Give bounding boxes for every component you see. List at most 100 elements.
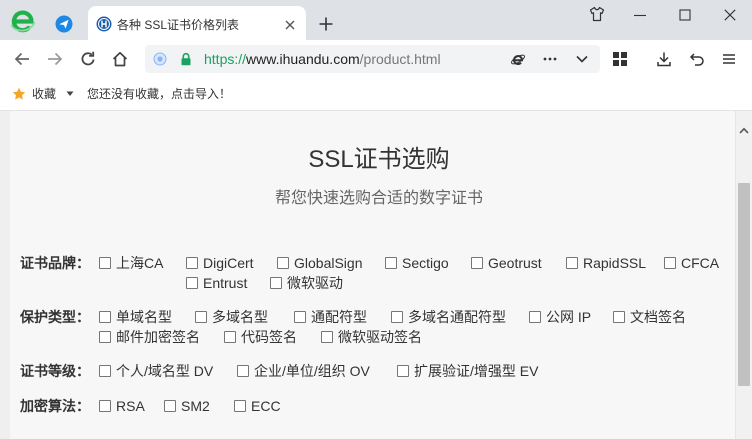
tab-bar: 各种 SSL证书价格列表 [0,0,752,40]
type-option-single-domain[interactable]: 单域名型 [99,309,172,325]
bookmarks-label[interactable]: 收藏 [32,86,56,102]
star-icon[interactable] [12,87,26,101]
filter-label-algorithm: 加密算法： [20,398,90,414]
checkbox[interactable] [321,331,333,343]
url-host: www.ihuandu.com [246,51,360,67]
send-icon[interactable] [55,15,73,33]
checkbox[interactable] [471,257,483,269]
type-option-multi-domain[interactable]: 多域名型 [195,309,268,325]
tab-active[interactable]: 各种 SSL证书价格列表 [88,6,306,40]
checkbox[interactable] [164,400,176,412]
checkbox[interactable] [237,365,249,377]
type-option-multi-domain-wildcard[interactable]: 多域名通配符型 [391,309,506,325]
site-favicon-icon [96,16,112,32]
filter-label-level: 证书等级： [20,363,90,379]
new-tab-plus-icon[interactable] [319,17,333,31]
type-option-microsoft-driver-signing[interactable]: 微软驱动签名 [321,329,422,345]
page-viewport: SSL证书选购 帮您快速选购合适的数字证书 证书品牌： 上海CA DigiCer… [0,111,752,439]
navigation-toolbar: https://www.ihuandu.com/product.html [0,40,752,78]
brand-option-sectigo[interactable]: Sectigo [385,255,449,271]
address-bar[interactable]: https://www.ihuandu.com/product.html [145,45,600,73]
option-label: 企业/单位/组织 OV [254,363,370,379]
brand-option-microsoft-driver[interactable]: 微软驱动 [270,275,343,291]
option-label: Entrust [203,275,248,291]
checkbox[interactable] [277,257,289,269]
checkbox[interactable] [99,331,111,343]
lock-icon[interactable] [180,52,192,66]
brand-option-digicert[interactable]: DigiCert [186,255,254,271]
algo-option-rsa[interactable]: RSA [99,398,145,414]
window-close-icon[interactable] [724,9,736,21]
ie-compat-icon[interactable] [510,51,526,67]
checkbox[interactable] [186,277,198,289]
download-icon[interactable] [656,51,672,67]
option-label: CFCA [681,255,720,271]
type-option-code-signing[interactable]: 代码签名 [224,329,297,345]
type-option-document-signing[interactable]: 文档签名 [613,309,686,325]
scrollbar-thumb[interactable] [738,183,750,386]
checkbox[interactable] [613,311,625,323]
checkbox[interactable] [195,311,207,323]
type-option-email-signing[interactable]: 邮件加密签名 [99,329,200,345]
scroll-up-chevron-icon[interactable] [739,127,749,134]
checkbox[interactable] [270,277,282,289]
option-label: 微软驱动签名 [338,329,422,345]
skin-shirt-icon[interactable] [589,6,605,22]
brand-option-entrust[interactable]: Entrust [186,275,247,291]
checkbox[interactable] [566,257,578,269]
checkbox[interactable] [397,365,409,377]
apps-grid-icon[interactable] [612,51,628,67]
type-option-wildcard[interactable]: 通配符型 [294,309,367,325]
brand-option-shanghai-ca[interactable]: 上海CA [99,255,163,271]
option-label: 扩展验证/增强型 EV [414,363,539,379]
checkbox[interactable] [99,365,111,377]
url-path: /product.html [359,51,441,67]
vertical-scrollbar[interactable] [735,111,752,439]
option-label: 通配符型 [311,309,367,325]
browser-e-logo-icon[interactable] [9,6,37,34]
chevron-down-icon[interactable] [576,54,588,64]
checkbox[interactable] [99,311,111,323]
undo-icon[interactable] [689,51,705,67]
brand-option-cfca[interactable]: CFCA [664,255,719,271]
menu-icon[interactable] [722,52,736,66]
checkbox[interactable] [99,257,111,269]
checkbox[interactable] [664,257,676,269]
option-label: 文档签名 [630,309,686,325]
brand-option-geotrust[interactable]: Geotrust [471,255,542,271]
bookmarks-bar: 收藏 您还没有收藏，点击导入！ [0,78,752,110]
security-shield-icon[interactable] [153,52,167,66]
minimize-icon[interactable] [634,9,646,21]
level-option-ev[interactable]: 扩展验证/增强型 EV [397,363,538,379]
algo-option-sm2[interactable]: SM2 [164,398,210,414]
checkbox[interactable] [224,331,236,343]
level-option-dv[interactable]: 个人/域名型 DV [99,363,213,379]
page-title: SSL证书选购 [308,146,450,173]
option-label: 多域名通配符型 [408,309,506,325]
maximize-icon[interactable] [679,9,691,21]
back-arrow-icon[interactable] [13,50,31,68]
option-label: RapidSSL [583,255,647,271]
brand-option-rapidssl[interactable]: RapidSSL [566,255,646,271]
checkbox[interactable] [385,257,397,269]
tab-close-icon[interactable] [285,20,295,30]
more-dots-icon[interactable] [543,57,557,61]
checkbox[interactable] [186,257,198,269]
filter-label-brand: 证书品牌： [20,255,90,271]
checkbox[interactable] [529,311,541,323]
option-label: 上海CA [116,255,164,271]
checkbox[interactable] [234,400,246,412]
brand-option-globalsign[interactable]: GlobalSign [277,255,363,271]
dropdown-triangle-icon[interactable] [66,91,74,97]
checkbox[interactable] [294,311,306,323]
url-text[interactable]: https://www.ihuandu.com/product.html [204,51,441,67]
type-option-public-ip[interactable]: 公网 IP [529,309,591,325]
forward-arrow-icon[interactable] [46,50,64,68]
home-icon[interactable] [111,50,129,68]
level-option-ov[interactable]: 企业/单位/组织 OV [237,363,370,379]
refresh-icon[interactable] [79,50,97,68]
bookmarks-empty-hint[interactable]: 您还没有收藏，点击导入！ [87,86,231,102]
algo-option-ecc[interactable]: ECC [234,398,281,414]
checkbox[interactable] [99,400,111,412]
checkbox[interactable] [391,311,403,323]
